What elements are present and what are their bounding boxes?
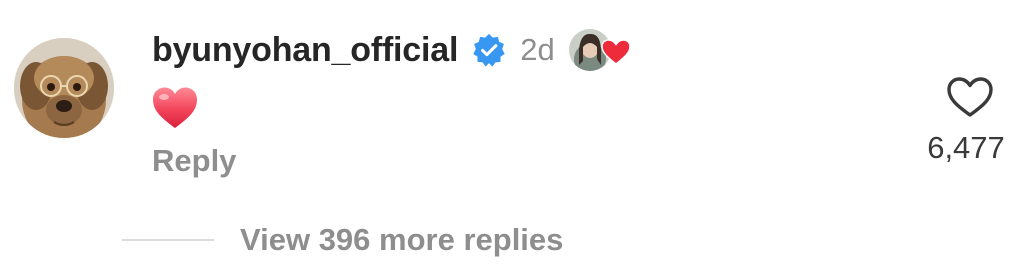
- view-more-replies-button[interactable]: View 396 more replies: [122, 218, 563, 262]
- verified-badge-icon: [472, 33, 506, 67]
- comment-item: byunyohan_official 2d Reply 6,477 View 3…: [0, 0, 1023, 278]
- heart-outline-icon[interactable]: [946, 76, 994, 118]
- red-heart-emoji: [152, 86, 198, 130]
- replies-divider: [122, 239, 214, 241]
- avatar[interactable]: [14, 38, 114, 138]
- reply-button[interactable]: Reply: [152, 143, 236, 179]
- dog-with-glasses-avatar-icon: [14, 38, 114, 138]
- view-replies-label: View 396 more replies: [240, 222, 564, 257]
- comment-timestamp: 2d: [520, 32, 555, 67]
- like-count: 6,477: [927, 130, 1005, 165]
- creator-liked-heart-icon: [568, 26, 631, 74]
- username[interactable]: byunyohan_official: [152, 31, 458, 70]
- mini-heart-icon: [600, 39, 631, 65]
- comment-header: byunyohan_official 2d: [152, 26, 631, 74]
